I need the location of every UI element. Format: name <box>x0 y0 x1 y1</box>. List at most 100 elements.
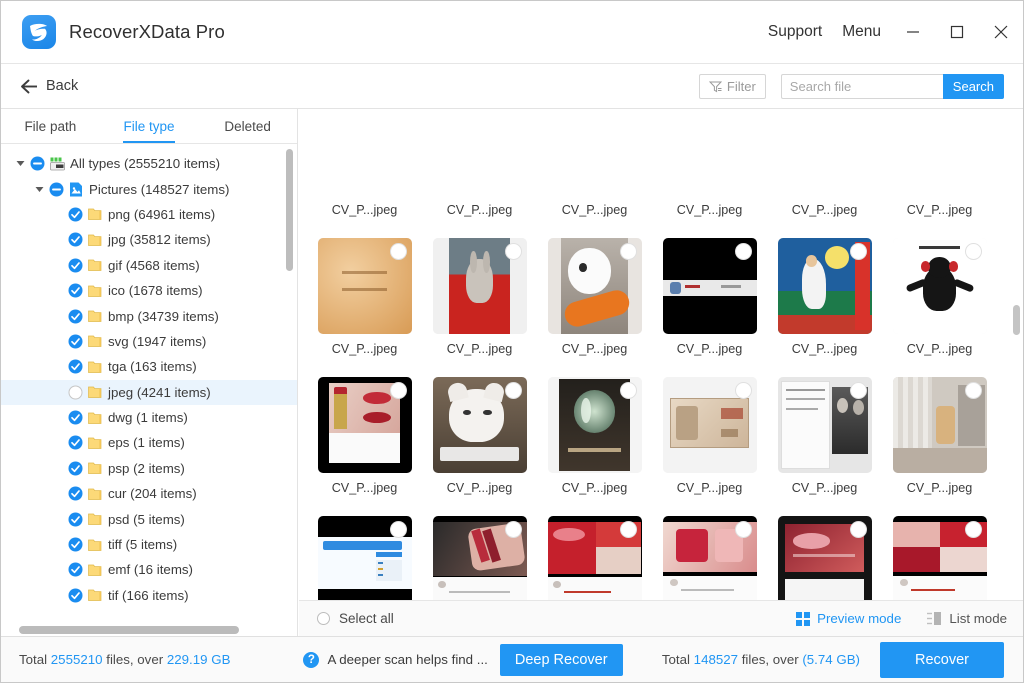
thumbnail-cell[interactable]: CV_P...jpeg <box>422 497 537 600</box>
thumbnail-cell[interactable]: CV_P...jpeg <box>767 109 882 219</box>
select-all-control[interactable]: Select all <box>317 611 394 626</box>
thumbnail-checkbox[interactable] <box>504 521 522 538</box>
checkbox-checked-icon[interactable] <box>66 562 85 577</box>
thumbnail-image[interactable] <box>547 238 642 334</box>
thumbnail-checkbox[interactable] <box>734 382 752 399</box>
close-button[interactable] <box>979 1 1023 63</box>
thumbnail-cell[interactable]: CV_P...jpeg <box>537 109 652 219</box>
thumbnail-image[interactable] <box>662 516 757 600</box>
checkbox-checked-icon[interactable] <box>66 512 85 527</box>
thumbnail-checkbox[interactable] <box>964 382 982 399</box>
checkbox-checked-icon[interactable] <box>66 334 85 349</box>
thumbnail-cell[interactable]: CV_P...jpeg <box>307 358 422 497</box>
thumbnail-checkbox[interactable] <box>619 521 637 538</box>
search-button[interactable]: Search <box>942 73 1004 99</box>
deep-recover-button[interactable]: Deep Recover <box>499 643 623 676</box>
maximize-button[interactable] <box>935 1 979 63</box>
tree-node[interactable]: bmp (34739 items) <box>1 303 297 328</box>
checkbox-checked-icon[interactable] <box>66 486 85 501</box>
thumbnail-cell[interactable]: CV_P...jpeg <box>882 497 997 600</box>
thumbnail-cell[interactable]: CV_P...jpeg <box>652 219 767 358</box>
thumbnail-cell[interactable]: CV_P...jpeg <box>652 109 767 219</box>
thumbnail-image[interactable] <box>777 377 872 473</box>
support-link[interactable]: Support <box>758 23 832 41</box>
minimize-button[interactable] <box>891 1 935 63</box>
thumbnail-cell[interactable]: CV_P...jpeg <box>537 219 652 358</box>
sidebar-vertical-scrollbar[interactable] <box>286 149 293 271</box>
checkbox-checked-icon[interactable] <box>66 309 85 324</box>
thumbnail-cell[interactable]: CV_P...jpeg <box>537 358 652 497</box>
thumbnail-checkbox[interactable] <box>964 243 982 260</box>
filter-button[interactable]: Filter <box>698 73 766 99</box>
thumbnail-image[interactable] <box>432 516 527 600</box>
thumbnail-image[interactable] <box>432 238 527 334</box>
tree-node[interactable]: svg (1947 items) <box>1 329 297 354</box>
thumbnail-image[interactable] <box>317 516 412 600</box>
thumbnail-image[interactable] <box>777 238 872 334</box>
thumbnail-cell[interactable]: CV_P...jpeg <box>307 497 422 600</box>
menu-button[interactable]: Menu <box>832 23 891 41</box>
checkbox-checked-icon[interactable] <box>66 461 85 476</box>
thumbnail-image[interactable] <box>892 377 987 473</box>
tab-deleted[interactable]: Deleted <box>198 109 297 143</box>
thumbnail-checkbox[interactable] <box>389 243 407 260</box>
thumbnail-checkbox[interactable] <box>619 243 637 260</box>
tree-node[interactable]: All types (2555210 items) <box>1 151 297 176</box>
thumbnail-checkbox[interactable] <box>964 521 982 538</box>
tree-node[interactable]: psp (2 items) <box>1 456 297 481</box>
tree-node[interactable]: gif (4568 items) <box>1 253 297 278</box>
thumbnail-cell[interactable]: CV_P...jpeg <box>307 219 422 358</box>
checkbox-partial-icon[interactable] <box>28 156 47 171</box>
caret-down-icon[interactable] <box>13 159 28 168</box>
thumbnail-cell[interactable]: CV_P...jpeg <box>537 497 652 600</box>
thumbnail-cell[interactable]: CV_P...jpeg <box>422 358 537 497</box>
thumbnail-cell[interactable]: CV_P...jpeg <box>767 219 882 358</box>
thumbnail-checkbox[interactable] <box>849 521 867 538</box>
checkbox-checked-icon[interactable] <box>66 410 85 425</box>
thumbnail-image[interactable] <box>892 516 987 600</box>
recover-button[interactable]: Recover <box>880 641 1004 678</box>
thumbnail-cell[interactable]: CV_P...jpeg <box>652 497 767 600</box>
checkbox-checked-icon[interactable] <box>66 435 85 450</box>
thumbnail-cell[interactable]: CV_P...jpeg <box>307 109 422 219</box>
checkbox-checked-icon[interactable] <box>66 258 85 273</box>
thumbnail-cell[interactable]: CV_P...jpeg <box>767 497 882 600</box>
thumbnail-cell[interactable]: CV_P...jpeg <box>882 358 997 497</box>
preview-mode-button[interactable]: Preview mode <box>796 611 901 626</box>
checkbox-checked-icon[interactable] <box>66 537 85 552</box>
thumbnail-cell[interactable]: CV_P...jpeg <box>422 219 537 358</box>
checkbox-checked-icon[interactable] <box>66 207 85 222</box>
thumbnail-checkbox[interactable] <box>619 382 637 399</box>
thumbnail-image[interactable] <box>317 377 412 473</box>
tree-node[interactable]: jpeg (4241 items) <box>1 379 297 405</box>
select-all-checkbox[interactable] <box>317 612 330 625</box>
tree-node[interactable]: ico (1678 items) <box>1 278 297 303</box>
grid-vertical-scrollbar[interactable] <box>1013 305 1020 335</box>
tree-node[interactable]: tiff (5 items) <box>1 532 297 557</box>
list-mode-button[interactable]: List mode <box>927 611 1007 626</box>
thumbnail-checkbox[interactable] <box>389 521 407 538</box>
thumbnail-image[interactable] <box>547 377 642 473</box>
thumbnail-checkbox[interactable] <box>504 243 522 260</box>
thumbnail-image[interactable] <box>777 516 872 600</box>
file-type-tree[interactable]: All types (2555210 items) Pictures (14852… <box>1 144 297 624</box>
tree-node[interactable]: png (64961 items) <box>1 202 297 227</box>
thumbnail-image[interactable] <box>892 238 987 334</box>
question-icon[interactable]: ? <box>303 651 320 668</box>
tree-node[interactable]: Pictures (148527 items) <box>1 176 297 201</box>
thumbnail-checkbox[interactable] <box>849 382 867 399</box>
sidebar-horizontal-scrollbar[interactable] <box>19 626 239 634</box>
tree-node[interactable]: tga (163 items) <box>1 354 297 379</box>
thumbnail-cell[interactable]: CV_P...jpeg <box>882 219 997 358</box>
tree-node[interactable]: eps (1 items) <box>1 430 297 455</box>
back-button[interactable]: Back <box>20 78 78 94</box>
tree-node[interactable]: emf (16 items) <box>1 557 297 582</box>
thumbnail-cell[interactable]: CV_P...jpeg <box>652 358 767 497</box>
tab-file-path[interactable]: File path <box>1 109 100 143</box>
thumbnail-checkbox[interactable] <box>734 521 752 538</box>
thumbnail-cell[interactable]: CV_P...jpeg <box>422 109 537 219</box>
thumbnail-checkbox[interactable] <box>504 382 522 399</box>
tree-node[interactable]: dwg (1 items) <box>1 405 297 430</box>
tab-file-type[interactable]: File type <box>100 109 199 143</box>
checkbox-unchecked-icon[interactable] <box>66 385 85 400</box>
